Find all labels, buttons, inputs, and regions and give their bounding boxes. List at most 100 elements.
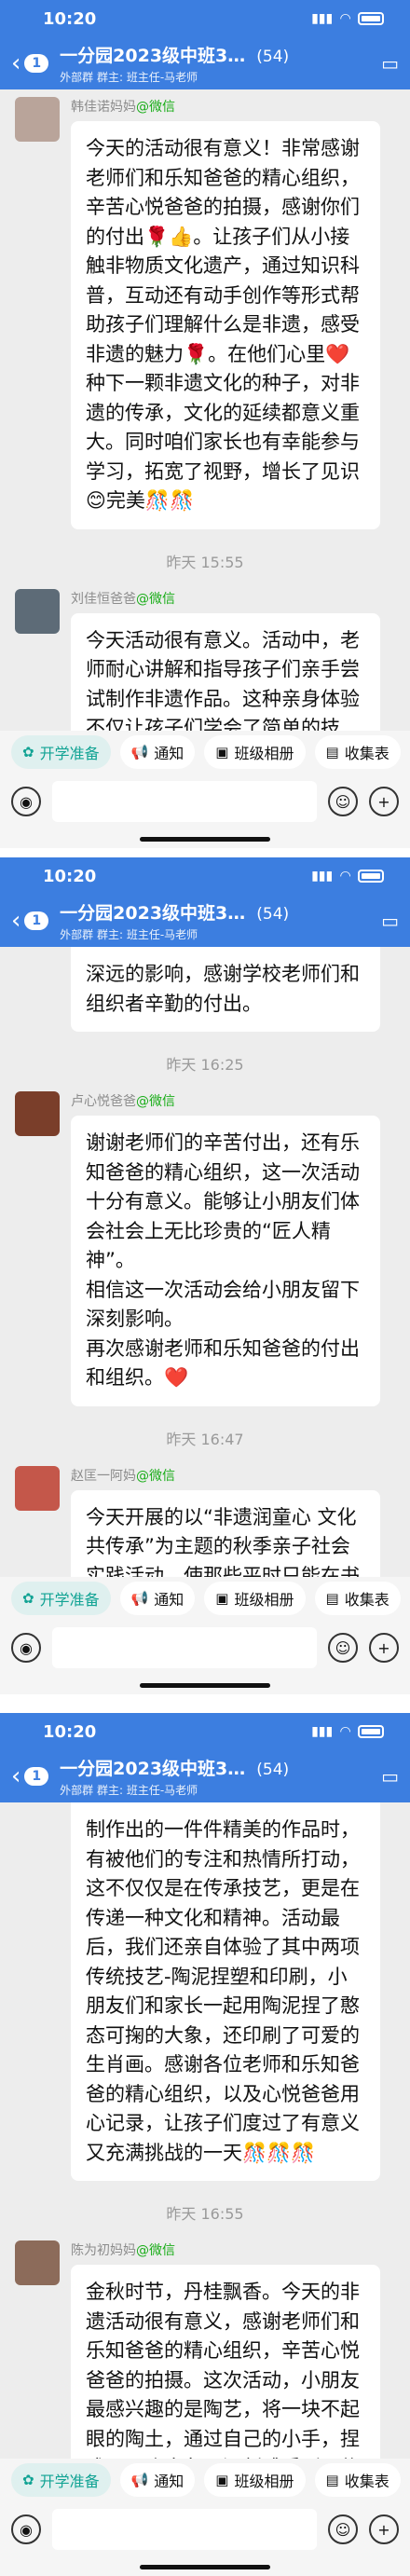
time-divider: 昨天 16:55 — [166, 2205, 244, 2223]
sender-name: 赵匡一阿妈@微信 — [71, 1468, 175, 1484]
avatar[interactable] — [15, 1465, 60, 1511]
quick-action-start-prep[interactable]: ✿ 开学准备 — [11, 2463, 111, 2497]
voice-icon[interactable]: ◉ — [11, 1633, 41, 1663]
time-divider: 昨天 16:25 — [166, 1056, 244, 1074]
chat-title-block[interactable]: 一分园2023级中班3… (54) 外部群 群主: 班主任-马老师 — [60, 1755, 381, 1798]
megaphone-icon: 📢 — [130, 744, 149, 760]
chat-header: ‹ 1 一分园2023级中班3… (54) 外部群 群主: 班主任-马老师 ▭ — [0, 895, 410, 947]
status-icons: ▮▮▮ ◠ — [311, 1724, 384, 1739]
chat-title-block[interactable]: 一分园2023级中班3… (54) 外部群 群主: 班主任-马老师 — [60, 42, 381, 85]
message-item: 卢心悦爸爸@微信 谢谢老师们的辛苦付出，还有乐知爸爸的精心组织，这一次活动十分有… — [15, 1091, 395, 1406]
quick-action-notice[interactable]: 📢 通知 — [119, 1582, 196, 1615]
voice-icon[interactable]: ◉ — [11, 2514, 41, 2544]
plus-icon[interactable]: + — [369, 2514, 399, 2544]
message-list[interactable]: 韩佳诺妈妈@微信 今天的活动很有意义！非常感谢老师们和乐知爸爸的精心组织，辛苦心… — [0, 97, 410, 815]
message-item: 深远的影响，感谢学校老师们和组织者辛勤的付出。 — [15, 947, 395, 1032]
video-call-icon[interactable]: ▭ — [381, 1765, 399, 1788]
message-item: 制作出的一件件精美的作品时，有被他们的专注和热情所打动，这不仅仅是在传承技艺，更… — [15, 1802, 395, 2181]
message-bubble[interactable]: 深远的影响，感谢学校老师们和组织者辛勤的付出。 — [71, 947, 380, 1032]
emoji-icon[interactable]: ☺ — [328, 787, 358, 816]
sparkle-icon: ✿ — [22, 2472, 34, 2488]
status-bar: 10:20 ▮▮▮ ◠ — [0, 857, 410, 895]
photo-icon: ▣ — [215, 744, 229, 760]
unread-badge: 1 — [24, 911, 49, 930]
sparkle-icon: ✿ — [22, 1590, 34, 1607]
input-row: ◉ ☺ + — [0, 774, 410, 829]
status-bar: 10:20 ▮▮▮ ◠ — [0, 1713, 410, 1750]
composer-area: ✿ 开学准备 📢 通知 ▣ 班级相册 ▤ 收集表 ◉ ☺ + — [0, 731, 410, 848]
quick-action-album[interactable]: ▣ 班级相册 — [204, 735, 306, 769]
signal-icon: ▮▮▮ — [311, 1724, 334, 1739]
avatar[interactable] — [15, 1091, 60, 1136]
chat-subtitle: 外部群 群主: 班主任-马老师 — [60, 71, 198, 84]
avatar[interactable] — [15, 97, 60, 142]
back-button[interactable]: ‹ 1 — [11, 1764, 49, 1788]
form-icon: ▤ — [325, 2472, 339, 2488]
chat-screen-1: 10:20 ▮▮▮ ◠ ‹ 1 一分园2023级中班3… (54) 外部群 群主… — [0, 0, 410, 848]
header-actions: ▭ — [381, 1765, 399, 1788]
emoji-icon[interactable]: ☺ — [328, 1633, 358, 1663]
message-input[interactable] — [52, 2509, 317, 2550]
chat-subtitle: 外部群 群主: 班主任-马老师 — [60, 928, 198, 941]
quick-action-form[interactable]: ▤ 收集表 — [314, 1582, 401, 1615]
chat-title: 一分园2023级中班3… — [60, 46, 246, 66]
member-count: (54) — [256, 1761, 290, 1779]
quick-action-form[interactable]: ▤ 收集表 — [314, 735, 401, 769]
wifi-icon: ◠ — [340, 11, 350, 26]
sender-name: 刘佳恒爸爸@微信 — [71, 591, 175, 607]
signal-icon: ▮▮▮ — [311, 11, 334, 26]
input-row: ◉ ☺ + — [0, 2501, 410, 2557]
member-count: (54) — [256, 905, 290, 924]
quick-action-album[interactable]: ▣ 班级相册 — [204, 2463, 306, 2497]
unread-badge: 1 — [24, 54, 49, 73]
message-bubble[interactable]: 谢谢老师们的辛苦付出，还有乐知爸爸的精心组织，这一次活动十分有意义。能够让小朋友… — [71, 1116, 380, 1406]
message-input[interactable] — [52, 781, 317, 822]
quick-action-start-prep[interactable]: ✿ 开学准备 — [11, 735, 111, 769]
message-bubble[interactable]: 今天的活动很有意义！非常感谢老师们和乐知爸爸的精心组织，辛苦心悦爸爸的拍摄，感谢… — [71, 121, 380, 529]
member-count: (54) — [256, 48, 290, 66]
voice-icon[interactable]: ◉ — [11, 787, 41, 816]
message-bubble[interactable]: 制作出的一件件精美的作品时，有被他们的专注和热情所打动，这不仅仅是在传承技艺，更… — [71, 1802, 380, 2181]
back-arrow-icon: ‹ — [11, 907, 21, 935]
chat-screen-3: 10:20 ▮▮▮ ◠ ‹ 1 一分园2023级中班3… (54) 外部群 群主… — [0, 1713, 410, 2576]
photo-icon: ▣ — [215, 2472, 229, 2488]
emoji-icon[interactable]: ☺ — [328, 2514, 358, 2544]
quick-action-notice[interactable]: 📢 通知 — [119, 2463, 196, 2497]
battery-icon — [358, 870, 384, 883]
time-divider: 昨天 16:47 — [166, 1430, 244, 1448]
home-indicator — [0, 2557, 410, 2576]
wifi-icon: ◠ — [340, 1724, 350, 1739]
avatar[interactable] — [15, 588, 60, 634]
avatar[interactable] — [15, 2240, 60, 2285]
sparkle-icon: ✿ — [22, 744, 34, 760]
chat-header: ‹ 1 一分园2023级中班3… (54) 外部群 群主: 班主任-马老师 ▭ — [0, 37, 410, 89]
back-button[interactable]: ‹ 1 — [11, 49, 49, 77]
wifi-icon: ◠ — [340, 869, 350, 884]
video-call-icon[interactable]: ▭ — [381, 910, 399, 932]
back-arrow-icon: ‹ — [11, 49, 21, 77]
video-call-icon[interactable]: ▭ — [381, 52, 399, 75]
status-bar: 10:20 ▮▮▮ ◠ — [0, 0, 410, 37]
message-input[interactable] — [52, 1627, 317, 1668]
battery-icon — [358, 1725, 384, 1738]
status-time: 10:20 — [43, 1721, 97, 1742]
quick-actions: ✿ 开学准备 📢 通知 ▣ 班级相册 ▤ 收集表 — [0, 1577, 410, 1620]
photo-icon: ▣ — [215, 1590, 229, 1607]
quick-action-notice[interactable]: 📢 通知 — [119, 735, 196, 769]
chat-title-block[interactable]: 一分园2023级中班3… (54) 外部群 群主: 班主任-马老师 — [60, 899, 381, 942]
quick-action-form[interactable]: ▤ 收集表 — [314, 2463, 401, 2497]
chat-title: 一分园2023级中班3… — [60, 1759, 246, 1779]
message-list[interactable]: 制作出的一件件精美的作品时，有被他们的专注和热情所打动，这不仅仅是在传承技艺，更… — [0, 1802, 410, 2526]
back-button[interactable]: ‹ 1 — [11, 907, 49, 935]
quick-action-album[interactable]: ▣ 班级相册 — [204, 1582, 306, 1615]
unread-badge: 1 — [24, 1767, 49, 1786]
quick-action-start-prep[interactable]: ✿ 开学准备 — [11, 1582, 111, 1615]
form-icon: ▤ — [325, 744, 339, 760]
battery-icon — [358, 12, 384, 25]
sender-name: 卢心悦爸爸@微信 — [71, 1094, 175, 1109]
status-icons: ▮▮▮ ◠ — [311, 869, 384, 884]
composer-area: ✿ 开学准备 📢 通知 ▣ 班级相册 ▤ 收集表 ◉ ☺ + — [0, 1577, 410, 1694]
plus-icon[interactable]: + — [369, 1633, 399, 1663]
home-indicator — [0, 829, 410, 848]
plus-icon[interactable]: + — [369, 787, 399, 816]
